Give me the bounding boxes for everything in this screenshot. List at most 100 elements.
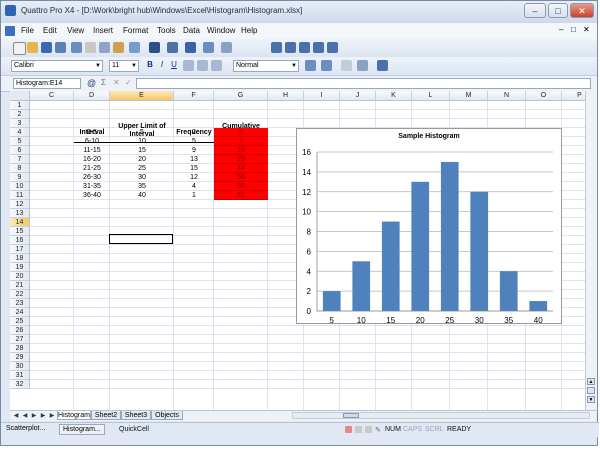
cut-icon[interactable] — [85, 42, 96, 53]
cell-interval[interactable]: 0-5 — [74, 128, 110, 137]
row-header-25[interactable]: 25 — [10, 317, 30, 326]
row-header-11[interactable]: 11 — [10, 191, 30, 200]
row-header-3[interactable]: 3 — [10, 119, 30, 128]
menu-data[interactable]: Data — [183, 26, 200, 35]
cell-upper-limit[interactable]: 5 — [110, 128, 174, 137]
spreadsheet-grid[interactable]: CDEFGHIJKLMNOP 1 2 3 4 5 6 7 8 9 10 11 12 13 14 15 16 17… — [10, 91, 585, 410]
cell-upper-limit[interactable]: 40 — [110, 191, 174, 200]
prev-sheet-icon[interactable]: ◀ — [21, 412, 29, 420]
row-header-24[interactable]: 24 — [10, 308, 30, 317]
row-header-19[interactable]: 19 — [10, 263, 30, 272]
sheet-icon-1[interactable] — [271, 42, 282, 53]
tab-sheet3[interactable]: Sheet3 — [121, 411, 151, 420]
cell-frequency[interactable]: 12 — [174, 173, 214, 182]
sheet-icon-5[interactable] — [327, 42, 338, 53]
confirm-icon[interactable]: ✓ — [125, 78, 132, 87]
italic-button[interactable]: I — [157, 60, 167, 69]
sum-icon[interactable] — [149, 42, 160, 53]
cell-reference-box[interactable]: Histogram:E14 — [13, 78, 81, 89]
row-header-30[interactable]: 30 — [10, 362, 30, 371]
first-sheet-icon[interactable]: ◀ — [12, 412, 20, 420]
row-header-6[interactable]: 6 — [10, 146, 30, 155]
menu-view[interactable]: View — [67, 26, 84, 35]
row-header-26[interactable]: 26 — [10, 326, 30, 335]
print-preview-icon[interactable] — [71, 42, 82, 53]
at-function-button[interactable]: @ — [87, 78, 96, 88]
row-header-18[interactable]: 18 — [10, 254, 30, 263]
row-header-22[interactable]: 22 — [10, 290, 30, 299]
doc-minimize-icon[interactable]: – — [559, 25, 563, 34]
tab-sheet2[interactable]: Sheet2 — [91, 411, 121, 420]
row-header-10[interactable]: 10 — [10, 182, 30, 191]
document-icon[interactable] — [5, 26, 15, 36]
tab-objects[interactable]: Objects — [151, 411, 183, 420]
print-icon[interactable] — [55, 42, 66, 53]
scroll-up-icon[interactable]: ▲ — [587, 378, 595, 385]
cell-cumulative[interactable]: 44 — [214, 164, 268, 173]
horizontal-scrollbar[interactable] — [292, 412, 590, 419]
doc-close-icon[interactable]: ✕ — [583, 25, 590, 34]
horizontal-scroll-thumb[interactable] — [343, 413, 359, 418]
row-header-5[interactable]: 5 — [10, 137, 30, 146]
cell-interval[interactable]: 26-30 — [74, 173, 110, 182]
cell-interval[interactable]: 6-10 — [74, 137, 110, 146]
style-combo[interactable]: Normal ▼ — [233, 60, 299, 72]
fill-color-icon[interactable] — [321, 60, 332, 71]
align-center-icon[interactable] — [211, 60, 222, 71]
column-header-l[interactable]: L — [412, 91, 450, 101]
sheet-icon-3[interactable] — [299, 42, 310, 53]
open-icon[interactable] — [27, 42, 38, 53]
row-header-13[interactable]: 13 — [10, 209, 30, 218]
zoom-icon[interactable] — [221, 42, 232, 53]
function-icon[interactable] — [203, 42, 214, 53]
column-header-d[interactable]: D — [74, 91, 110, 101]
underline-button[interactable]: U — [169, 60, 179, 69]
cell-frequency[interactable]: 1 — [174, 191, 214, 200]
cell-upper-limit[interactable]: 35 — [110, 182, 174, 191]
column-header-p[interactable]: P — [562, 91, 585, 101]
go-to-sheet-icon[interactable]: ▶ — [48, 412, 56, 420]
formula-input[interactable] — [136, 78, 591, 89]
quickcell-label[interactable]: QuickCell — [119, 426, 149, 433]
row-header-14[interactable]: 14 — [10, 218, 30, 227]
paste-icon[interactable] — [113, 42, 124, 53]
minimize-button[interactable]: – — [524, 3, 546, 18]
menu-edit[interactable]: Edit — [43, 26, 57, 35]
row-header-28[interactable]: 28 — [10, 344, 30, 353]
cell-cumulative[interactable]: 60 — [214, 182, 268, 191]
menu-window[interactable]: Window — [207, 26, 235, 35]
maximize-button[interactable]: □ — [548, 3, 568, 18]
menu-help[interactable]: Help — [241, 26, 257, 35]
font-combo[interactable]: Calibri ▼ — [11, 60, 103, 72]
row-header-32[interactable]: 32 — [10, 380, 30, 389]
row-header-4[interactable]: 4 — [10, 128, 30, 137]
column-header-m[interactable]: M — [450, 91, 488, 101]
close-button[interactable]: ✕ — [570, 3, 594, 18]
row-header-31[interactable]: 31 — [10, 371, 30, 380]
row-header-12[interactable]: 12 — [10, 200, 30, 209]
histogram-button[interactable]: Histogram... — [59, 424, 105, 435]
row-header-29[interactable]: 29 — [10, 353, 30, 362]
cell-interval[interactable]: 21-25 — [74, 164, 110, 173]
strikethrough-icon[interactable] — [183, 60, 194, 71]
sigma-icon[interactable]: Σ — [101, 78, 106, 87]
active-cell-cursor[interactable] — [109, 234, 173, 244]
undo-icon[interactable] — [129, 42, 140, 53]
menu-file[interactable]: File — [21, 26, 34, 35]
row-header-23[interactable]: 23 — [10, 299, 30, 308]
row-header-27[interactable]: 27 — [10, 335, 30, 344]
row-header-1[interactable]: 1 — [10, 101, 30, 110]
cell-cumulative[interactable]: 2 — [214, 128, 268, 137]
column-header-o[interactable]: O — [526, 91, 562, 101]
column-header-h[interactable]: H — [268, 91, 304, 101]
calc-icon[interactable] — [365, 426, 372, 433]
row-header-8[interactable]: 8 — [10, 164, 30, 173]
scroll-down-icon[interactable]: ▼ — [587, 396, 595, 403]
cell-cumulative[interactable]: 56 — [214, 173, 268, 182]
cell-frequency[interactable]: 9 — [174, 146, 214, 155]
grid-lines-icon[interactable] — [341, 60, 352, 71]
row-header-7[interactable]: 7 — [10, 155, 30, 164]
sheet-icon-2[interactable] — [285, 42, 296, 53]
row-header-20[interactable]: 20 — [10, 272, 30, 281]
column-header-f[interactable]: F — [174, 91, 214, 101]
